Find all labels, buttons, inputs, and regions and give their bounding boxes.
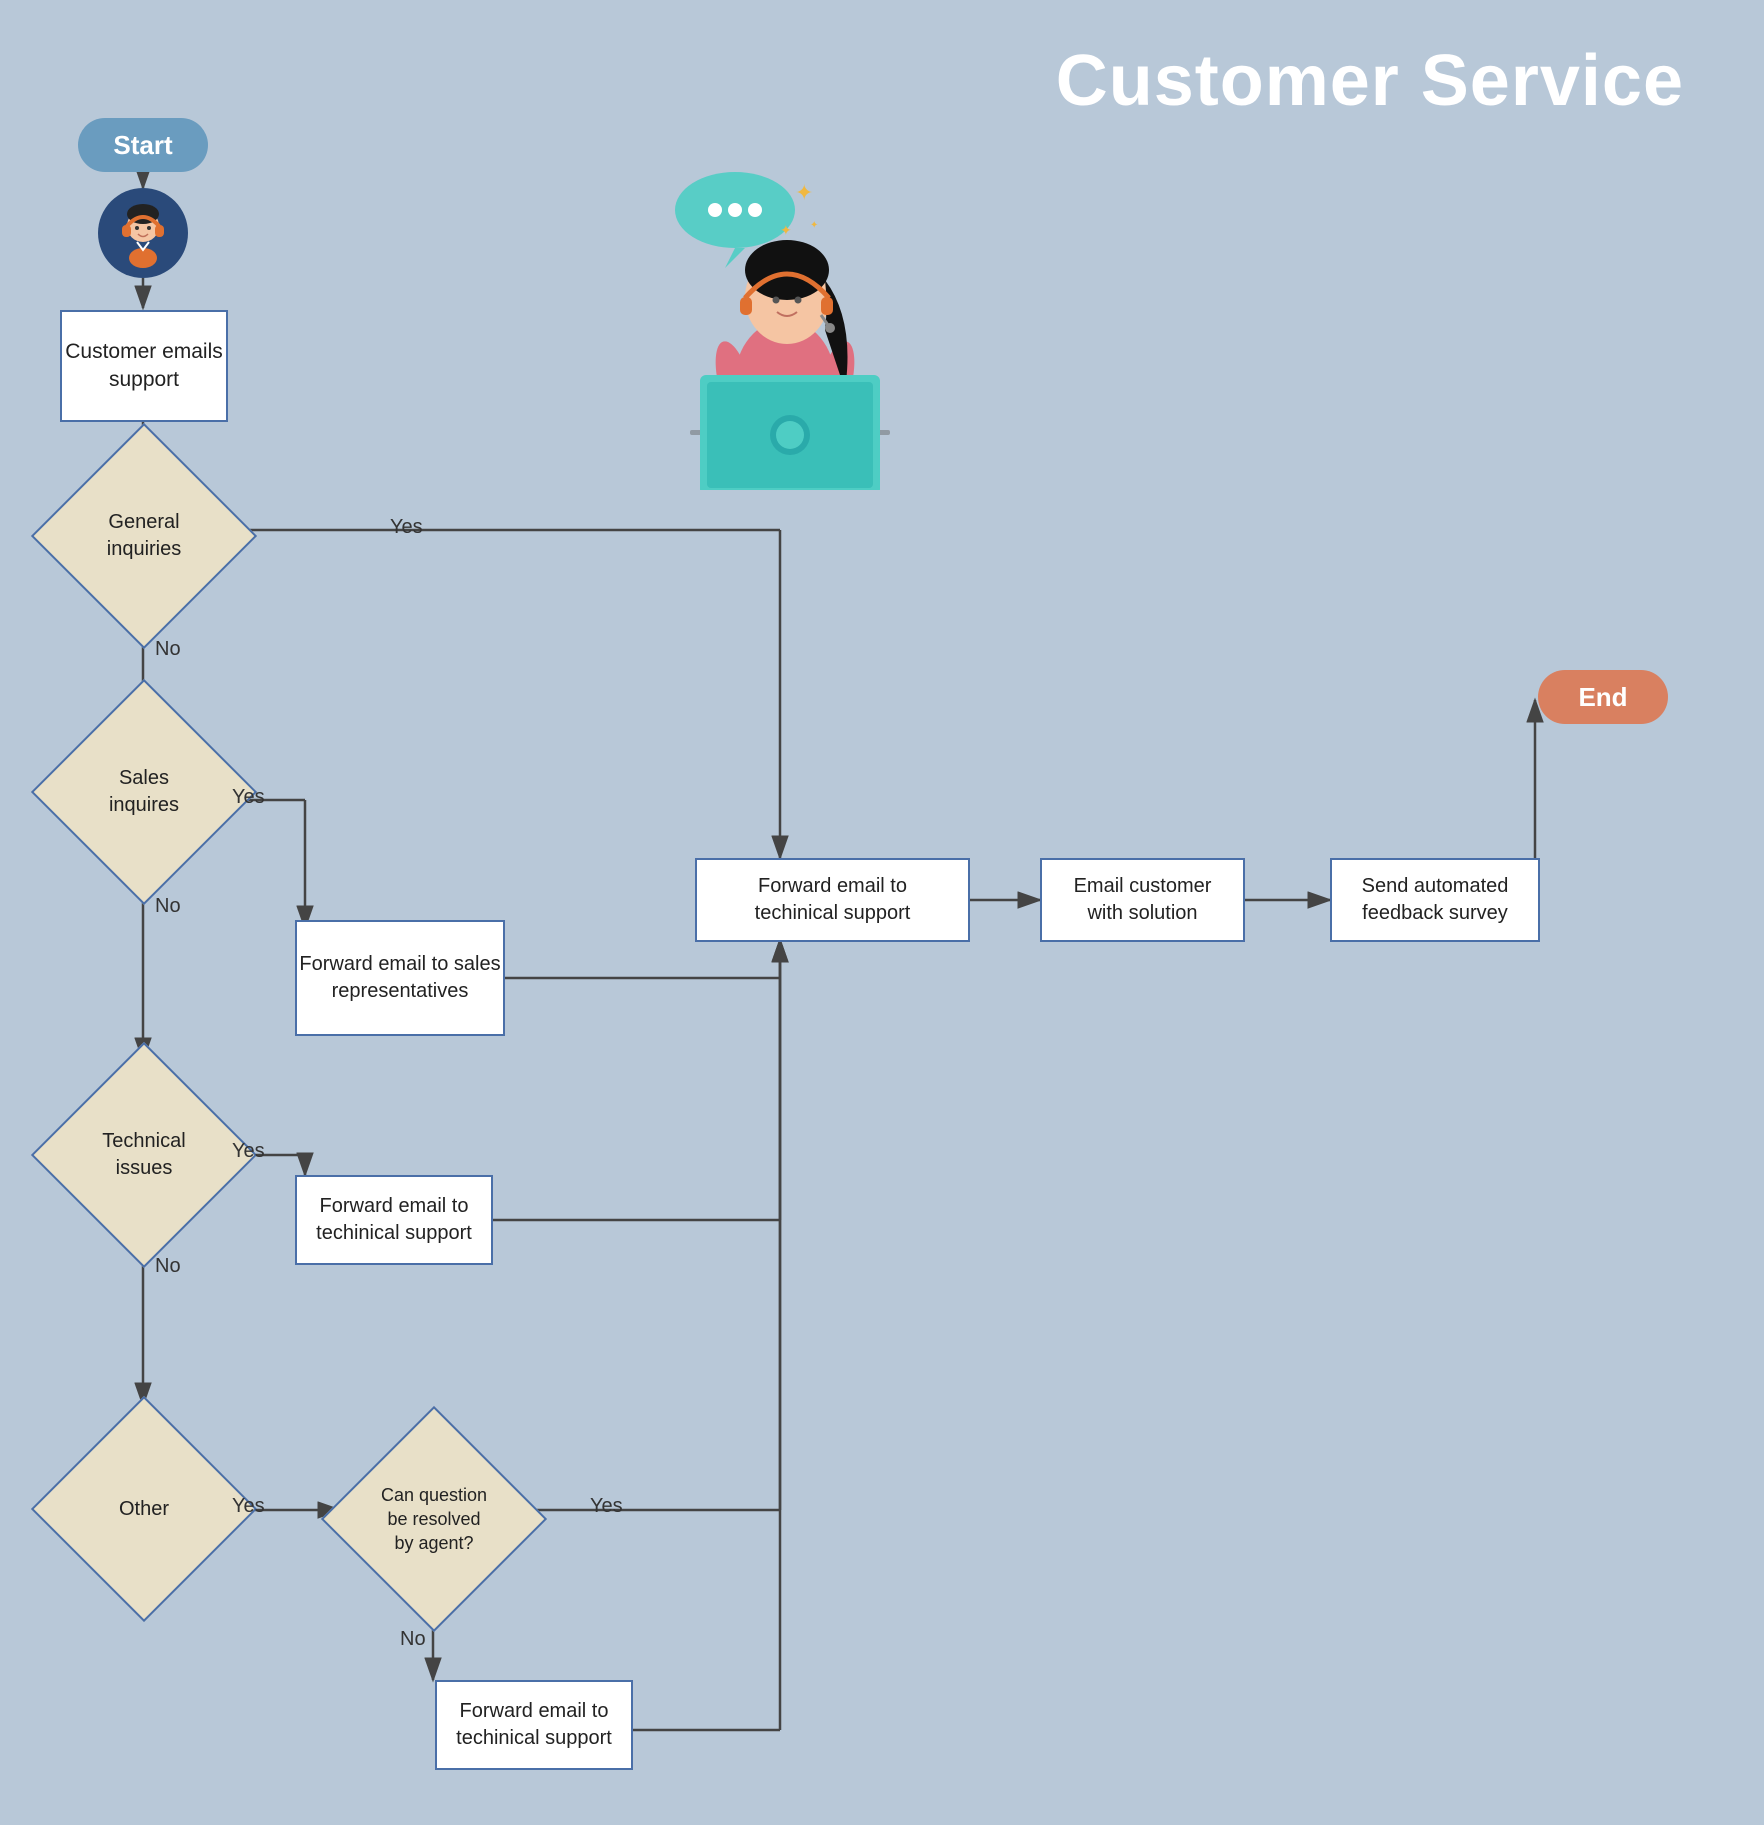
avatar-icon: [98, 188, 188, 278]
other-diamond: Other: [30, 1428, 258, 1590]
start-node: Start: [78, 118, 208, 172]
email-customer-box: Email customerwith solution: [1040, 858, 1245, 942]
end-node: End: [1538, 670, 1668, 724]
forward-tech-3-box: Forward email totechinical support: [435, 1680, 633, 1770]
yes-label-tech: Yes: [232, 1140, 265, 1163]
page-title: Customer Service: [1056, 40, 1684, 122]
can-resolve-diamond: Can questionbe resolvedby agent?: [320, 1438, 548, 1600]
sales-inquires-diamond: Salesinquires: [30, 718, 258, 866]
customer-emails-box: Customer emailssupport: [60, 310, 228, 422]
no-label-resolve: No: [400, 1628, 426, 1651]
no-label-general: No: [155, 638, 181, 661]
illustration: ✦ ✦ ✦: [580, 150, 1000, 490]
technical-issues-diamond: Technicalissues: [30, 1074, 258, 1236]
svg-text:✦: ✦: [780, 222, 792, 238]
forward-sales-box: Forward email to salesrepresentatives: [295, 920, 505, 1036]
yes-label-other: Yes: [232, 1495, 265, 1518]
forward-tech-1-box: Forward email totechinical support: [695, 858, 970, 942]
send-survey-box: Send automatedfeedback survey: [1330, 858, 1540, 942]
yes-label-general: Yes: [390, 516, 423, 539]
yes-label-resolve: Yes: [590, 1495, 623, 1518]
yes-label-sales: Yes: [232, 786, 265, 809]
no-label-sales: No: [155, 895, 181, 918]
svg-text:✦: ✦: [810, 220, 818, 231]
no-label-tech: No: [155, 1255, 181, 1278]
forward-tech-2-box: Forward email totechinical support: [295, 1175, 493, 1265]
general-inquiries-diamond: Generalinquiries: [30, 462, 258, 610]
svg-text:✦: ✦: [795, 180, 813, 205]
